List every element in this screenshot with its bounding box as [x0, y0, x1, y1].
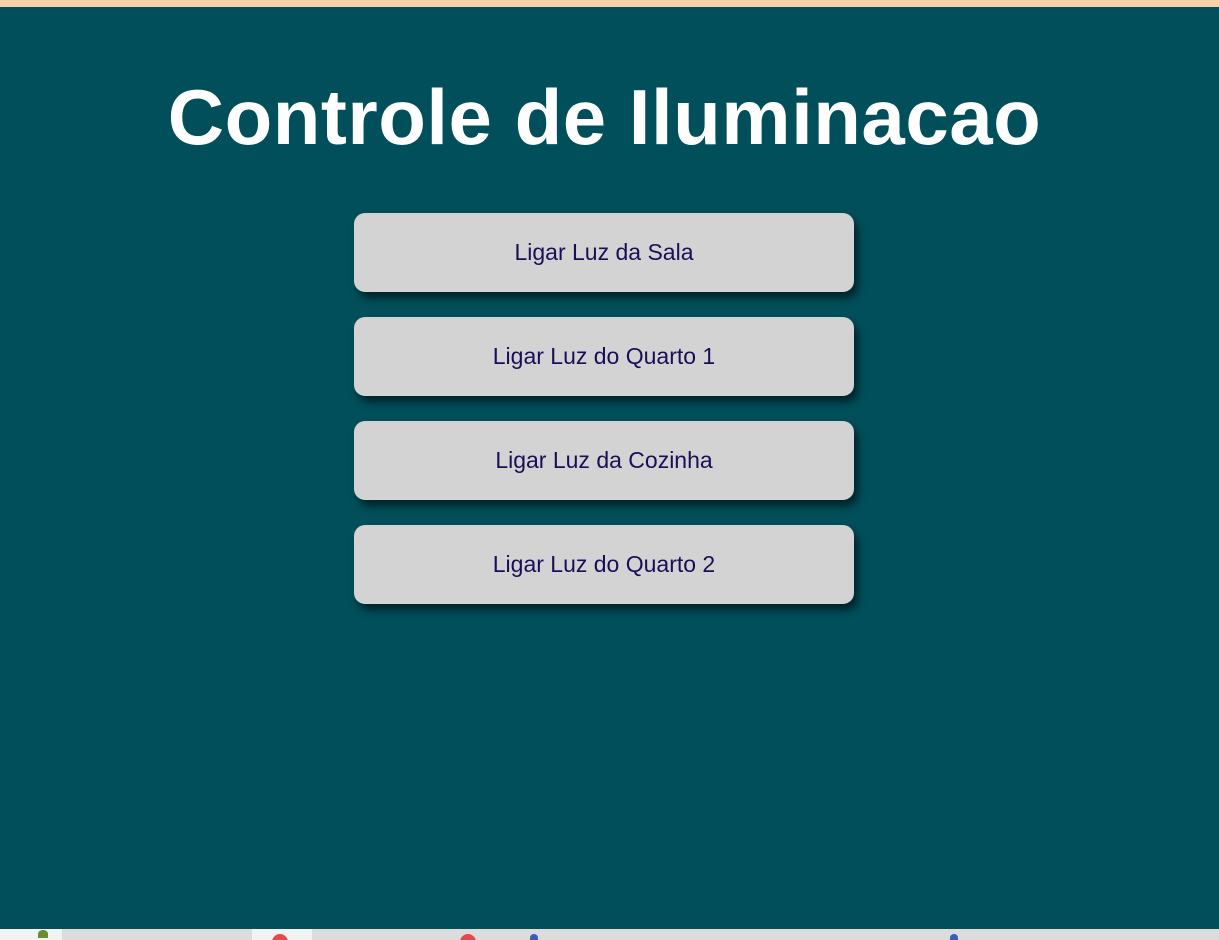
light-controls: Ligar Luz da Sala Ligar Luz do Quarto 1 … [354, 213, 854, 629]
living-room-light-button[interactable]: Ligar Luz da Sala [354, 213, 854, 292]
window-top-strip [0, 0, 1219, 7]
palm-tree-icon [38, 930, 48, 938]
user-icon[interactable] [950, 934, 958, 940]
bedroom-1-light-button[interactable]: Ligar Luz do Quarto 1 [354, 317, 854, 396]
lighting-control-page: Controle de Iluminacao Ligar Luz da Sala… [0, 7, 1219, 929]
taskbar [0, 929, 1219, 940]
bedroom-2-light-button[interactable]: Ligar Luz do Quarto 2 [354, 525, 854, 604]
app-icon[interactable] [0, 929, 62, 940]
browser-icon[interactable] [252, 929, 312, 940]
search-icon[interactable] [460, 934, 476, 940]
kitchen-light-button[interactable]: Ligar Luz da Cozinha [354, 421, 854, 500]
red-circle-icon [272, 934, 288, 940]
status-icon [530, 934, 538, 940]
page-title: Controle de Iluminacao [167, 73, 1042, 161]
